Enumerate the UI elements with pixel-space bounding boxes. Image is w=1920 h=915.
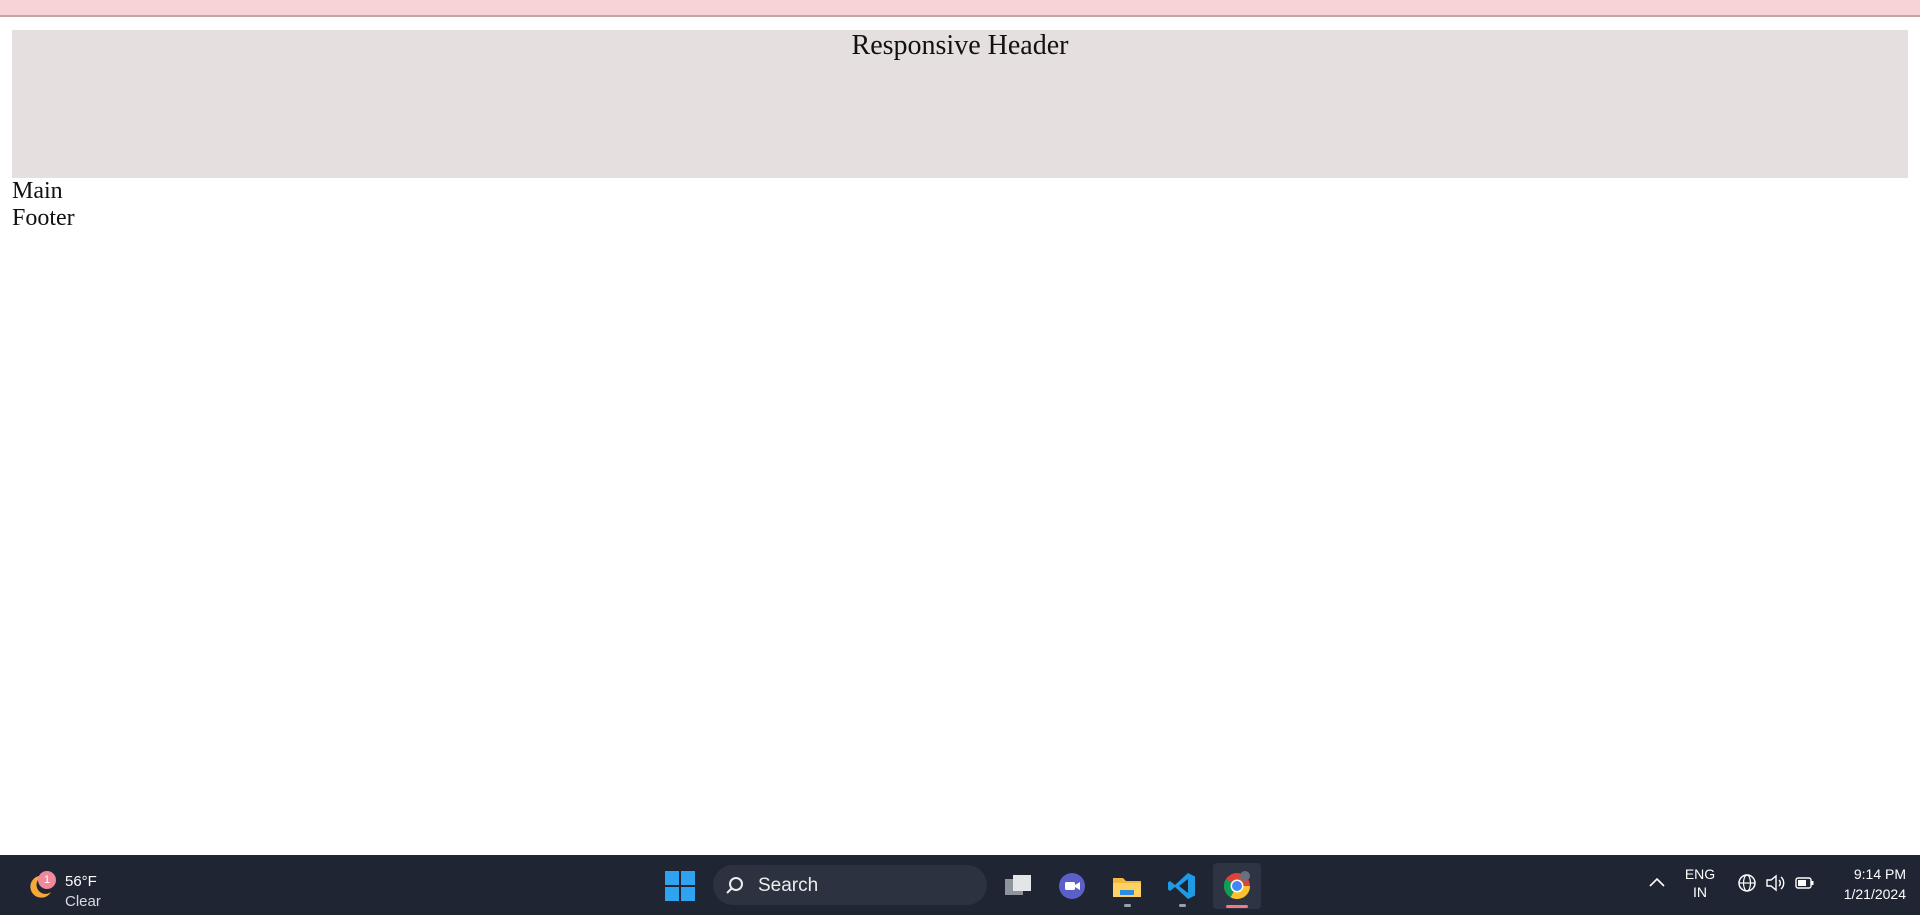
- system-clock[interactable]: 9:14 PM 1/21/2024: [1822, 864, 1906, 904]
- weather-temperature: 56°F: [65, 873, 97, 890]
- chevron-up-icon[interactable]: [1646, 872, 1668, 894]
- windows-logo-tile: [665, 871, 679, 885]
- windows-logo-tile: [681, 871, 695, 885]
- windows-logo-tile: [681, 887, 695, 901]
- search-icon: [726, 877, 743, 894]
- taskbar: 1 56°F Clear Search ENG IN 9:14 PM 1/21/…: [0, 855, 1920, 915]
- running-indicator: [1124, 904, 1131, 907]
- taskbar-search[interactable]: Search: [713, 865, 987, 905]
- task-view-icon: [1005, 875, 1031, 895]
- responsive-header: Responsive Header: [12, 30, 1908, 178]
- active-indicator: [1226, 905, 1248, 908]
- weather-condition: Clear: [65, 893, 101, 910]
- weather-widget[interactable]: 1 56°F Clear: [22, 863, 132, 910]
- file-explorer-button[interactable]: [1103, 863, 1151, 909]
- video-chat-icon: [1059, 873, 1085, 899]
- main-section: Main: [12, 178, 63, 204]
- chrome-button[interactable]: [1213, 863, 1261, 909]
- network-icon[interactable]: [1736, 872, 1758, 894]
- clock-time: 9:14 PM: [1853, 866, 1906, 882]
- footer-section: Footer: [12, 205, 75, 231]
- vscode-button[interactable]: [1158, 863, 1206, 909]
- weather-badge: 1: [38, 871, 56, 889]
- start-button[interactable]: [665, 871, 695, 901]
- language-region: IN: [1693, 884, 1707, 900]
- browser-top-strip: [0, 0, 1920, 17]
- chrome-icon: [1223, 871, 1251, 900]
- vscode-icon: [1168, 873, 1195, 899]
- volume-icon[interactable]: [1764, 872, 1786, 894]
- task-view-button[interactable]: [994, 863, 1042, 909]
- language-code: ENG: [1684, 866, 1716, 882]
- language-indicator[interactable]: ENG IN: [1680, 865, 1720, 901]
- header-title: Responsive Header: [851, 30, 1069, 61]
- running-indicator: [1179, 904, 1186, 907]
- search-label: Search: [758, 875, 819, 896]
- page-content: Responsive Header Main Footer: [12, 30, 1908, 232]
- clock-date: 1/21/2024: [1843, 886, 1906, 902]
- folder-icon: [1113, 878, 1141, 897]
- meet-app-button[interactable]: [1048, 863, 1096, 909]
- battery-icon[interactable]: [1794, 872, 1816, 894]
- windows-logo-tile: [665, 887, 679, 901]
